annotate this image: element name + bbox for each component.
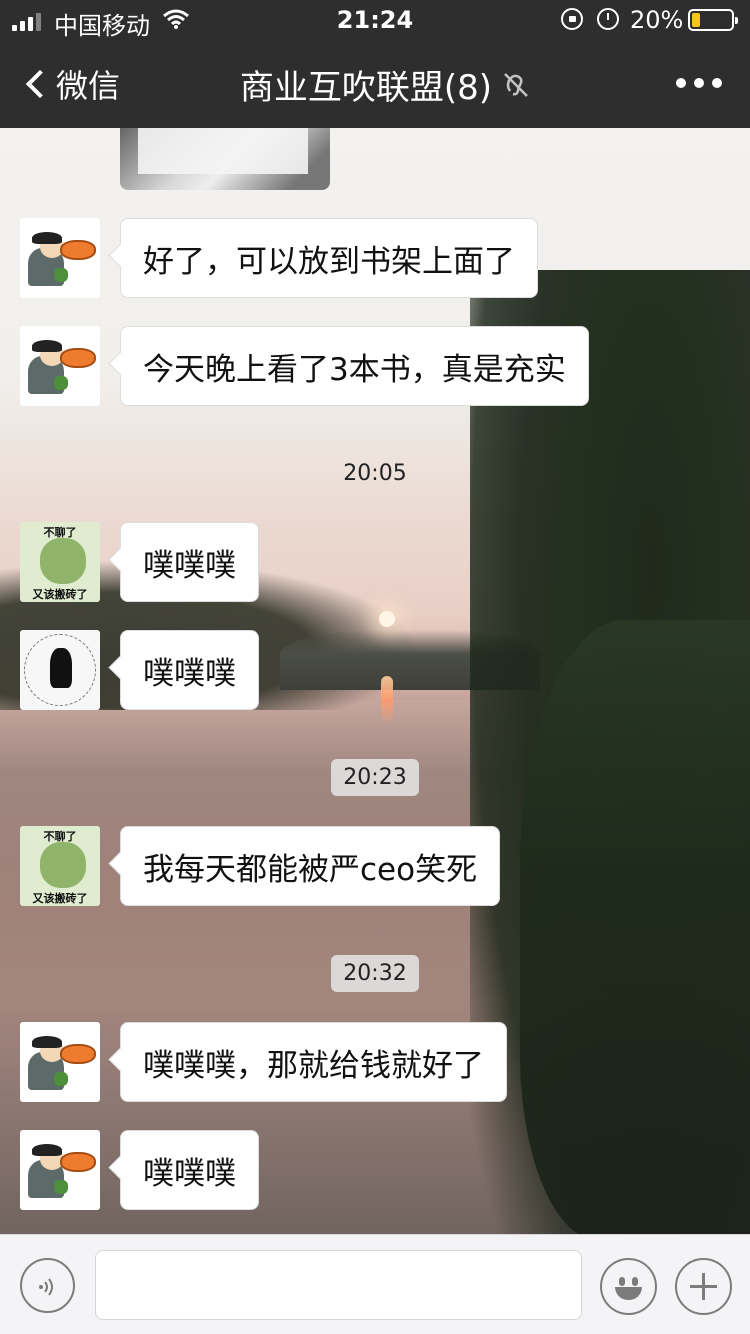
- message-bubble[interactable]: 今天晚上看了3本书，真是充实: [120, 326, 589, 406]
- timestamp-text: 20:05: [343, 461, 407, 486]
- avatar-caption-top: 不聊了: [43, 830, 77, 843]
- avatar-caption-bottom: 又该搬砖了: [32, 588, 88, 601]
- message-input[interactable]: [95, 1250, 582, 1320]
- battery-percent: 20%: [630, 6, 684, 34]
- alarm-icon: [597, 8, 619, 30]
- navigation-bar: 微信 商业互吹联盟(8): [0, 40, 750, 128]
- message-bubble[interactable]: 我每天都能被严ceo笑死: [120, 826, 501, 906]
- message-text: 噗噗噗: [143, 1155, 236, 1192]
- emoji-icon[interactable]: [600, 1258, 657, 1315]
- chat-title-text: 商业互吹联盟(8): [239, 68, 493, 108]
- avatar[interactable]: 不聊了 又该搬砖了: [20, 522, 100, 602]
- message-bubble[interactable]: 好了，可以放到书架上面了: [120, 218, 538, 298]
- message-bubble[interactable]: 噗噗噗，那就给钱就好了: [120, 1022, 507, 1102]
- avatar[interactable]: [20, 1022, 100, 1102]
- avatar[interactable]: [20, 326, 100, 406]
- timestamp-text: 20:32: [331, 955, 419, 992]
- timestamp: 20:32: [0, 955, 750, 992]
- battery-fill: [692, 13, 700, 27]
- avatar[interactable]: [20, 1130, 100, 1210]
- voice-icon: [39, 1278, 53, 1296]
- timestamp: 20:05: [0, 455, 750, 492]
- timestamp: 20:23: [0, 759, 750, 796]
- message-text: 噗噗噗，那就给钱就好了: [143, 1047, 484, 1084]
- more-dots-icon[interactable]: [676, 78, 722, 88]
- voice-button[interactable]: [20, 1258, 75, 1313]
- message-bubble[interactable]: 噗噗噗: [120, 630, 259, 710]
- avatar[interactable]: [20, 218, 100, 298]
- battery-icon: [688, 9, 738, 31]
- plus-icon[interactable]: [675, 1258, 732, 1315]
- message-text: 今天晚上看了3本书，真是充实: [143, 351, 566, 388]
- input-bar: [0, 1234, 750, 1334]
- message-bubble[interactable]: 噗噗噗: [120, 522, 259, 602]
- mute-ear-icon: [504, 72, 528, 97]
- avatar[interactable]: 不聊了 又该搬砖了: [20, 826, 100, 906]
- message-list[interactable]: 好了，可以放到书架上面了 今天晚上看了3本书，真是充实 20:05 不聊了又该搬…: [0, 128, 750, 1234]
- message-text: 我每天都能被严ceo笑死: [143, 851, 478, 888]
- status-bar: 中国移动 21:24 20%: [0, 0, 750, 40]
- image-message[interactable]: [120, 128, 330, 190]
- avatar[interactable]: [20, 630, 100, 710]
- chat-title: 商业互吹联盟(8): [0, 60, 750, 109]
- avatar-caption-bottom: 又该搬砖了: [32, 892, 88, 905]
- message-text: 好了，可以放到书架上面了: [143, 243, 515, 280]
- avatar-caption-top: 不聊了: [43, 526, 77, 539]
- rotation-lock-icon: [561, 8, 583, 30]
- top-bar: 中国移动 21:24 20% 微信 商业互吹联盟(8): [0, 0, 750, 128]
- message-text: 噗噗噗: [143, 655, 236, 692]
- message-text: 噗噗噗: [143, 547, 236, 584]
- message-bubble[interactable]: 噗噗噗: [120, 1130, 259, 1210]
- timestamp-text: 20:23: [331, 759, 419, 796]
